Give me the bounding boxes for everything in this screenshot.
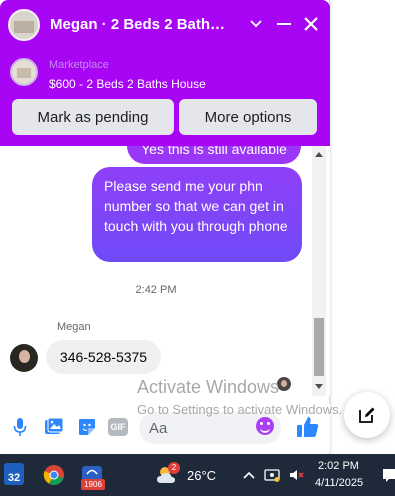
meet-now-icon[interactable] <box>263 460 281 490</box>
listing-source: Marketplace <box>49 59 109 71</box>
app-badge-count: 1906 <box>81 479 105 490</box>
windows-activation-subtitle: Go to Settings to activate Windows. <box>137 402 343 417</box>
chat-header: Megan · 2 Beds 2 Baths H... Marketplace … <box>0 0 330 146</box>
thumbs-up-icon[interactable] <box>295 414 321 440</box>
new-message-icon <box>359 407 375 423</box>
chevron-down-icon[interactable] <box>244 12 268 36</box>
scroll-down-arrow[interactable] <box>315 384 323 389</box>
outgoing-message: Please send me your phn number so that w… <box>92 167 302 262</box>
listing-title: $600 - 2 Beds 2 Baths House <box>49 77 206 91</box>
listing-thumbnail-image <box>17 68 31 78</box>
taskbar-app-badge[interactable]: 32 <box>4 463 24 485</box>
more-options-button[interactable]: More options <box>179 99 317 135</box>
outgoing-message-partial: Yes this is still available <box>127 146 301 164</box>
scroll-up-arrow[interactable] <box>315 152 323 157</box>
avatar-image <box>14 21 34 33</box>
notification-icon[interactable] <box>383 460 395 490</box>
sticker-icon[interactable] <box>76 416 98 438</box>
scrollbar-thumb[interactable] <box>314 318 324 376</box>
avatar[interactable] <box>8 9 40 41</box>
windows-activation-title: Activate Windows <box>137 377 280 397</box>
chevron-up-icon[interactable] <box>241 460 257 490</box>
volume-muted-icon[interactable] <box>287 460 305 490</box>
sender-avatar[interactable] <box>10 344 38 372</box>
mark-as-pending-button[interactable]: Mark as pending <box>12 99 174 135</box>
taskbar: 32 1906 2 26°C 2:02 PM 4/11/2025 <box>0 454 395 496</box>
clock-date[interactable]: 4/11/2025 <box>315 477 363 489</box>
screen: Megan · 2 Beds 2 Baths H... Marketplace … <box>0 0 395 496</box>
sender-name: Megan <box>57 321 91 333</box>
image-icon[interactable] <box>43 416 65 438</box>
message-timestamp: 2:42 PM <box>135 284 177 296</box>
gif-icon[interactable]: GIF <box>108 418 128 436</box>
read-receipt-avatar <box>277 377 291 391</box>
emoji-icon[interactable] <box>256 417 274 435</box>
read-receipt-image <box>281 380 287 387</box>
incoming-message: 346-528-5375 <box>46 340 161 374</box>
listing-thumbnail <box>10 58 38 86</box>
weather-temperature[interactable]: 26°C <box>187 468 216 483</box>
chrome-icon[interactable] <box>42 460 66 490</box>
microphone-icon[interactable] <box>9 416 31 438</box>
sender-avatar-image <box>19 350 30 363</box>
marketplace-listing[interactable]: Marketplace $600 - 2 Beds 2 Baths House <box>0 54 330 94</box>
minimize-icon[interactable] <box>272 12 296 36</box>
new-message-button[interactable] <box>344 392 390 438</box>
weather-alert-badge: 2 <box>168 462 180 474</box>
conversation-title[interactable]: Megan · 2 Beds 2 Baths H... <box>50 16 230 33</box>
message-list: Yes this is still available Please send … <box>0 146 330 396</box>
close-icon[interactable] <box>299 12 323 36</box>
scrollbar[interactable] <box>312 146 326 396</box>
clock-time[interactable]: 2:02 PM <box>318 460 359 472</box>
header-row: Megan · 2 Beds 2 Baths H... <box>0 0 330 50</box>
